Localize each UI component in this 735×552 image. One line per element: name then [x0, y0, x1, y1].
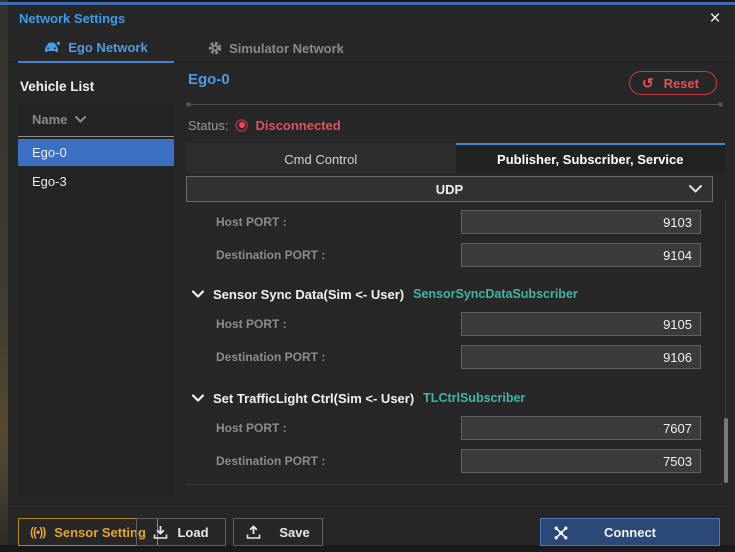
- section-header-sensor-sync[interactable]: Sensor Sync Data(Sim <- User) SensorSync…: [192, 285, 725, 303]
- host-port-input[interactable]: [461, 210, 701, 234]
- upload-icon: [246, 525, 261, 540]
- port-field-row: Host PORT :: [186, 312, 725, 336]
- main-header: Ego-0 ↺ Reset: [186, 63, 725, 101]
- reset-button[interactable]: ↺ Reset: [629, 71, 717, 95]
- tab-cmd-control[interactable]: Cmd Control: [186, 143, 456, 173]
- selected-vehicle-title: Ego-0: [188, 71, 230, 88]
- port-field-row: Destination PORT :: [186, 243, 725, 267]
- field-label: Destination PORT :: [216, 454, 325, 468]
- connect-button[interactable]: Connect: [540, 518, 720, 546]
- load-button[interactable]: Load: [136, 518, 226, 546]
- section-title: Set TrafficLight Ctrl(Sim <- User): [213, 391, 414, 406]
- protocol-select[interactable]: UDP: [186, 176, 713, 202]
- destination-port-input[interactable]: [461, 345, 701, 369]
- footer-bar: ((•)) Sensor Setting Load Save Connect: [8, 508, 735, 545]
- status-label: Status:: [188, 118, 228, 133]
- field-label: Host PORT :: [216, 215, 287, 229]
- gear-icon: [208, 41, 222, 55]
- field-label: Destination PORT :: [216, 248, 325, 262]
- status-value: Disconnected: [255, 118, 340, 133]
- vehicle-list-title: Vehicle List: [20, 79, 94, 94]
- list-item-ego-3[interactable]: Ego-3: [18, 168, 174, 195]
- field-label: Host PORT :: [216, 421, 287, 435]
- chevron-down-icon: [192, 394, 204, 402]
- status-dot-icon: [235, 119, 248, 132]
- chevron-down-icon: [689, 185, 702, 193]
- save-button[interactable]: Save: [233, 518, 323, 546]
- connect-button-label: Connect: [604, 525, 656, 540]
- scrollbar-thumb[interactable]: [724, 418, 728, 483]
- close-icon[interactable]: ×: [704, 8, 726, 30]
- network-settings-dialog: Network Settings × Ego Network Simulator…: [8, 5, 735, 545]
- car-icon: [44, 41, 61, 54]
- dialog-title: Network Settings: [19, 11, 125, 26]
- sensor-setting-label: Sensor Setting: [54, 525, 146, 540]
- main-panel: Ego-0 ↺ Reset Status: Disconnected Cmd C…: [186, 63, 725, 485]
- background-bottom-strip: [0, 545, 735, 552]
- section-subscriber-name: TLCtrlSubscriber: [423, 391, 525, 405]
- destination-port-input[interactable]: [461, 449, 701, 473]
- section-header-trafficlight-ctrl[interactable]: Set TrafficLight Ctrl(Sim <- User) TLCtr…: [192, 389, 725, 407]
- save-button-label: Save: [279, 525, 309, 540]
- vehicle-list-sort-header[interactable]: Name: [18, 103, 174, 137]
- network-tab-bar: Ego Network Simulator Network: [8, 33, 735, 63]
- background-scene-strip: [0, 0, 8, 552]
- tab-simulator-network[interactable]: Simulator Network: [178, 33, 374, 63]
- protocol-select-value: UDP: [436, 182, 463, 197]
- tab-simulator-network-label: Simulator Network: [229, 41, 344, 56]
- section-title: Sensor Sync Data(Sim <- User): [213, 287, 404, 302]
- load-button-label: Load: [177, 525, 208, 540]
- vehicle-list-column-header: Name: [32, 112, 67, 127]
- field-label: Host PORT :: [216, 317, 287, 331]
- host-port-input[interactable]: [461, 312, 701, 336]
- port-field-row: Host PORT :: [186, 210, 725, 234]
- content-bottom-divider: [186, 484, 723, 485]
- tab-ego-network[interactable]: Ego Network: [18, 33, 174, 63]
- port-field-row: Host PORT :: [186, 416, 725, 440]
- port-field-row: Destination PORT :: [186, 449, 725, 473]
- title-bar: Network Settings ×: [8, 5, 735, 33]
- host-port-input[interactable]: [461, 416, 701, 440]
- tab-ego-network-label: Ego Network: [68, 40, 147, 55]
- network-connect-icon: [553, 525, 569, 541]
- tab-publisher-subscriber-service[interactable]: Publisher, Subscriber, Service: [456, 143, 726, 173]
- control-tab-bar: Cmd Control Publisher, Subscriber, Servi…: [186, 143, 725, 173]
- broadcast-icon: ((•)): [30, 525, 45, 539]
- header-divider: [188, 104, 721, 105]
- field-label: Destination PORT :: [216, 350, 325, 364]
- port-field-row: Destination PORT :: [186, 345, 725, 369]
- destination-port-input[interactable]: [461, 243, 701, 267]
- download-icon: [153, 525, 168, 540]
- reset-icon: ↺: [642, 75, 654, 92]
- list-item-ego-0[interactable]: Ego-0: [18, 139, 174, 166]
- chevron-down-icon: [192, 290, 204, 298]
- section-subscriber-name: SensorSyncDataSubscriber: [413, 287, 578, 301]
- status-row: Status: Disconnected: [188, 116, 725, 134]
- chevron-down-icon: [75, 116, 86, 123]
- vehicle-list-panel: Name Ego-0 Ego-3: [18, 103, 174, 497]
- reset-button-label: Reset: [664, 76, 699, 91]
